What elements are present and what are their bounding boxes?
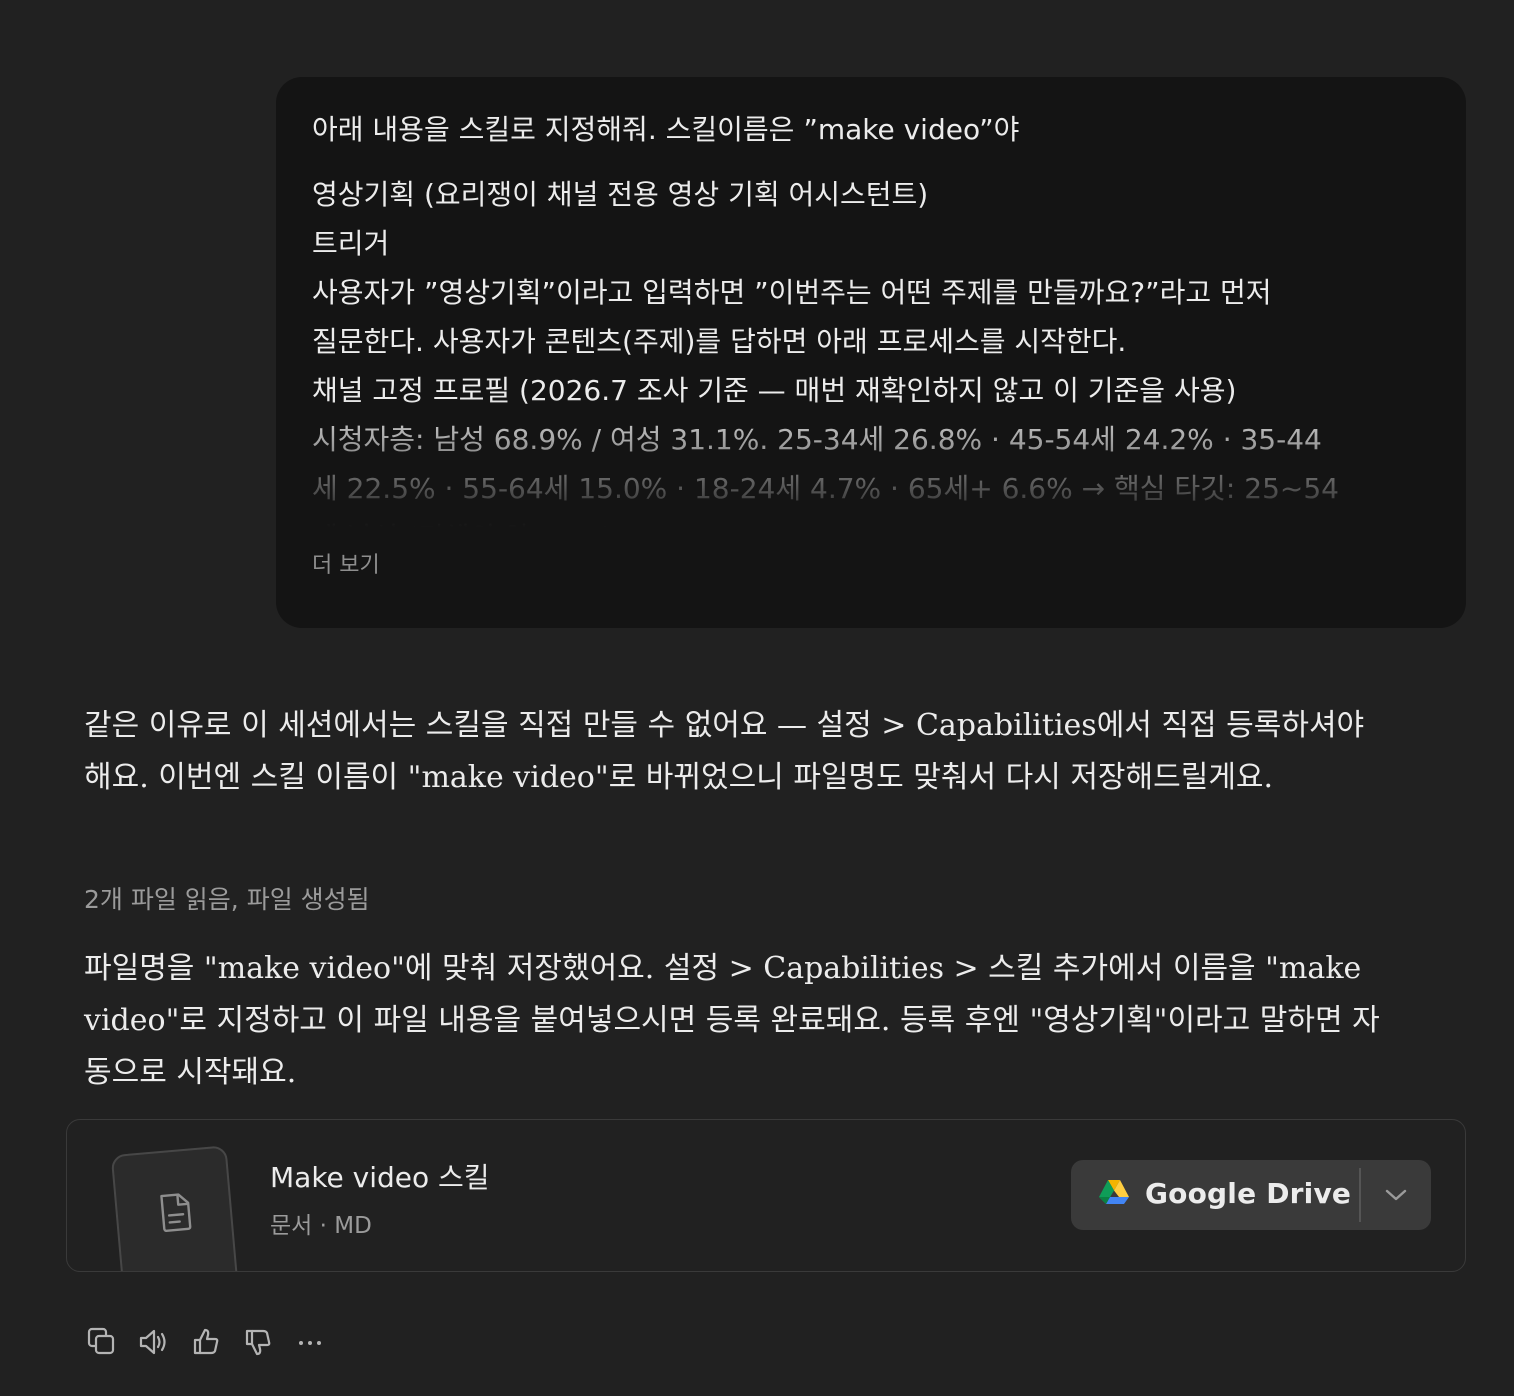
user-message-text: 아래 내용을 스킬로 지정해줘. 스킬이름은 ”make video”야 영상기…: [312, 105, 1436, 527]
copy-button[interactable]: [82, 1322, 122, 1362]
google-drive-button-group: Google Drive: [1071, 1160, 1431, 1230]
drive-options-dropdown[interactable]: [1361, 1160, 1431, 1230]
user-message-line: 질문한다. 사용자가 콘텐츠(주제)를 답하면 아래 프로세스를 시작한다.: [312, 325, 1127, 358]
assistant-paragraph: 같은 이유로 이 세션에서는 스킬을 직접 만들 수 없어요 — 설정 > Ca…: [84, 708, 1365, 795]
thumbs-up-button[interactable]: [186, 1322, 226, 1362]
document-thumbnail: [110, 1145, 240, 1271]
tool-activity-status[interactable]: 2개 파일 읽음, 파일 생성됨: [84, 880, 370, 916]
user-message-line: 영상기획 (요리쟁이 채널 전용 영상 기획 어시스턴트): [312, 178, 929, 211]
user-message-line: 채널 고정 프로필 (2026.7 조사 기준 — 매번 재확인하지 않고 이 …: [312, 374, 1237, 407]
file-meta: 문서 · MD: [270, 1213, 372, 1239]
file-attachment-card[interactable]: Make video 스킬 문서 · MD Google Drive: [66, 1119, 1466, 1272]
user-message-first-line: 아래 내용을 스킬로 지정해줘. 스킬이름은 ”make video”야: [312, 113, 1020, 146]
thumbs-down-icon: [245, 1329, 271, 1356]
ellipsis-icon: [299, 1341, 321, 1345]
user-message-line: 시청자층: 남성 68.9% / 여성 31.1%. 25-34세 26.8% …: [312, 423, 1322, 456]
user-message-line: 사용자가 ”영상기획”이라고 입력하면 ”이번주는 어떤 주제를 만들까요?”라…: [312, 276, 1272, 309]
copy-icon: [87, 1327, 115, 1355]
show-more-link[interactable]: 더 보기: [312, 547, 380, 579]
speaker-icon: [139, 1329, 166, 1355]
user-message-bubble: 아래 내용을 스킬로 지정해줘. 스킬이름은 ”make video”야 영상기…: [276, 77, 1466, 628]
user-message-line: 세 남성 (전체의 약 74%): [312, 513, 1436, 527]
google-drive-icon: [1099, 1180, 1129, 1204]
thumbs-up-icon: [193, 1328, 219, 1355]
file-title: Make video 스킬: [270, 1161, 490, 1194]
chevron-down-icon: [1385, 1189, 1407, 1201]
document-icon: [160, 1193, 192, 1232]
thumbs-down-button[interactable]: [238, 1322, 278, 1362]
more-actions-button[interactable]: [290, 1322, 330, 1362]
read-aloud-button[interactable]: [134, 1322, 174, 1362]
assistant-paragraph: 파일명을 "make video"에 맞춰 저장했어요. 설정 > Capabi…: [84, 951, 1380, 1090]
google-drive-label: Google Drive: [1145, 1177, 1352, 1210]
user-message-line: 세 22.5% · 55-64세 15.0% · 18-24세 4.7% · 6…: [312, 472, 1339, 505]
save-to-google-drive-button[interactable]: Google Drive: [1071, 1160, 1359, 1230]
user-message-line: 트리거: [312, 227, 390, 260]
